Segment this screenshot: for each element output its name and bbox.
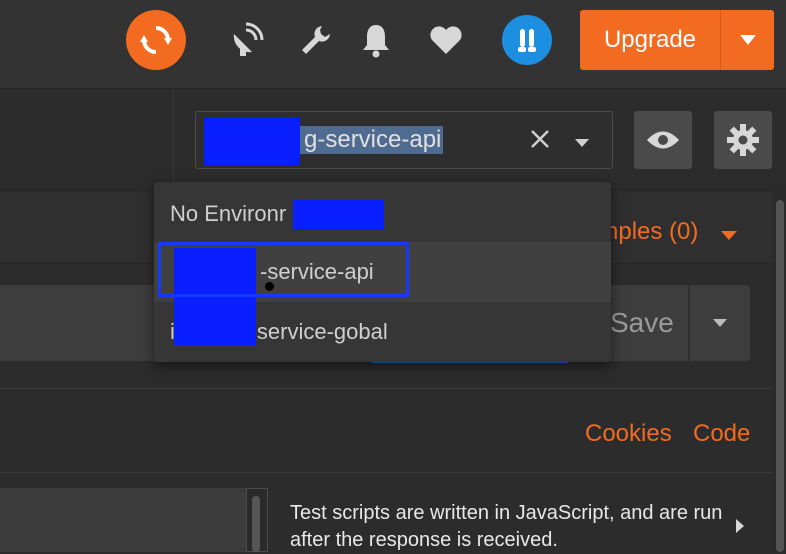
close-icon[interactable] (529, 128, 551, 155)
examples-link[interactable]: nples (0) (605, 218, 698, 246)
divider (0, 388, 772, 389)
redaction-box (293, 200, 384, 230)
sidebar-header (0, 89, 174, 189)
environment-option-label: No Environr (170, 201, 287, 226)
user-avatar[interactable] (502, 15, 552, 65)
cookies-link[interactable]: Cookies (585, 420, 672, 448)
editor-scrollbar[interactable] (252, 496, 260, 552)
code-link[interactable]: Code (693, 420, 750, 448)
satellite-icon[interactable] (226, 18, 266, 62)
chevron-right-icon[interactable] (735, 518, 745, 539)
divider (0, 472, 772, 473)
tests-description: Test scripts are written in JavaScript, … (290, 502, 723, 551)
eye-icon (647, 131, 679, 149)
heart-icon[interactable] (426, 18, 466, 62)
environment-quicklook-button[interactable] (634, 111, 692, 169)
chevron-down-icon (739, 35, 756, 45)
chevron-down-icon[interactable] (720, 228, 738, 246)
sync-icon (140, 26, 172, 54)
redaction-box (204, 117, 300, 165)
manage-environments-button[interactable] (714, 111, 772, 169)
focus-ring (158, 242, 409, 297)
gear-icon (727, 124, 759, 156)
bell-icon[interactable] (356, 18, 396, 62)
upgrade-menu-button[interactable] (721, 10, 774, 70)
environment-select[interactable]: g-service-api (195, 111, 613, 169)
chevron-down-icon (713, 319, 727, 327)
script-editor[interactable] (0, 488, 246, 552)
chevron-down-icon[interactable] (574, 135, 590, 153)
wrench-icon[interactable] (296, 18, 336, 62)
sync-button[interactable] (126, 10, 186, 70)
mouse-cursor (265, 282, 274, 291)
save-button[interactable]: Save (600, 285, 688, 361)
scrollbar-thumb[interactable] (776, 200, 784, 552)
upgrade-button[interactable]: Upgrade (580, 10, 720, 70)
save-menu-button[interactable] (689, 285, 750, 361)
user-avatar-icon (518, 29, 536, 52)
